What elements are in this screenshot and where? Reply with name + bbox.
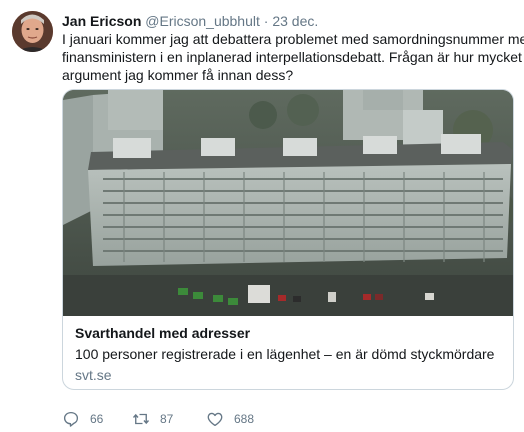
link-preview-card[interactable]: Svarthandel med adresser 100 personer re… (62, 89, 514, 390)
like-button[interactable]: 688 (206, 410, 254, 428)
retweet-icon (132, 413, 150, 425)
card-title[interactable]: Svarthandel med adresser (75, 325, 250, 341)
retweet-button[interactable]: 87 (132, 410, 173, 428)
tweet-date[interactable]: 23 dec. (272, 13, 318, 29)
author-name[interactable]: Jan Ericson (62, 13, 141, 29)
author-avatar[interactable] (12, 11, 53, 52)
separator-dot: · (263, 13, 269, 29)
tweet-text-line: finansministern i en inplanerad interpel… (62, 49, 524, 65)
reply-button[interactable]: 66 (62, 410, 103, 428)
tweet-text-line: argument jag kommer få innan dess? (62, 67, 294, 83)
tweet-text: I januari kommer jag att debattera probl… (62, 30, 524, 84)
heart-icon (207, 412, 223, 427)
tweet-header: Jan Ericson @Ericson_ubbhult · 23 dec. (62, 12, 318, 30)
reply-icon (63, 411, 79, 427)
card-domain: svt.se (75, 367, 112, 383)
reply-count: 66 (90, 412, 104, 426)
card-description: 100 personer registrerade i en lägenhet … (75, 346, 495, 362)
tweet-text-line: I januari kommer jag att debattera probl… (62, 31, 524, 47)
tweet-actions: 66 87 688 (62, 410, 362, 428)
retweet-count: 87 (160, 412, 174, 426)
card-image[interactable] (63, 90, 513, 316)
aerial-apartment-building-photo (63, 90, 513, 316)
author-handle[interactable]: @Ericson_ubbhult (145, 13, 260, 29)
like-count: 688 (234, 412, 255, 426)
